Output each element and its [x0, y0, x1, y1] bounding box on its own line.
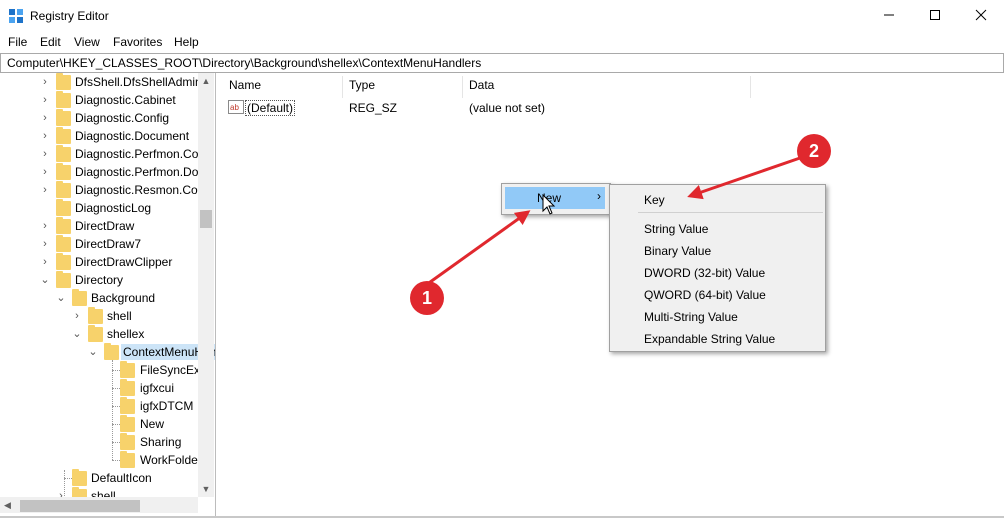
arrow-1	[425, 210, 531, 287]
step-marker-2: 2	[797, 134, 831, 168]
annotation-arrows	[425, 156, 801, 287]
arrow-2	[687, 156, 801, 200]
step-marker-1: 1	[410, 281, 444, 315]
